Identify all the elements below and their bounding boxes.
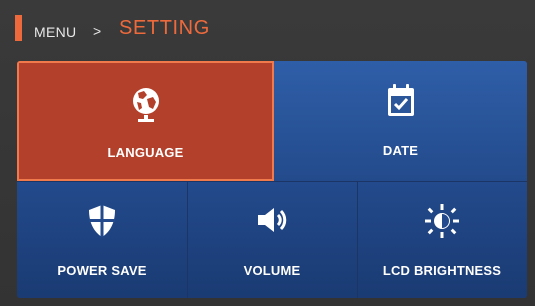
speaker-icon — [258, 208, 287, 232]
volume-tile[interactable]: VOLUME — [187, 181, 357, 298]
volume-label: VOLUME — [243, 263, 301, 278]
settings-menu-grid: LANGUAGE DATE POWER SAVE VOLUME LCD BRIG… — [17, 61, 527, 298]
lcd-brightness-tile[interactable]: LCD BRIGHTNESS — [357, 181, 527, 298]
breadcrumb-menu[interactable]: MENU — [34, 24, 76, 40]
calendar-check-icon — [387, 84, 414, 116]
power-save-label: POWER SAVE — [57, 263, 147, 278]
grid-divider-horizontal — [17, 181, 527, 182]
header: MENU > SETTING — [0, 0, 535, 52]
brightness-icon — [425, 204, 459, 238]
lcd-brightness-label: LCD BRIGHTNESS — [382, 263, 502, 278]
date-tile[interactable]: DATE — [274, 61, 527, 181]
power-save-tile[interactable]: POWER SAVE — [17, 181, 187, 298]
grid-divider-vertical — [357, 181, 358, 298]
page-title: SETTING — [119, 17, 210, 39]
date-label: DATE — [382, 143, 419, 158]
globe-icon — [132, 88, 159, 122]
language-tile[interactable]: LANGUAGE — [17, 61, 274, 181]
header-accent-bar — [15, 15, 22, 41]
grid-divider-vertical — [187, 181, 188, 298]
settings-screen: MENU > SETTING LANGUAGE DATE POWER SAVE … — [0, 0, 535, 306]
shield-icon — [89, 205, 115, 237]
language-label: LANGUAGE — [107, 145, 184, 160]
breadcrumb-separator: > — [93, 23, 102, 39]
